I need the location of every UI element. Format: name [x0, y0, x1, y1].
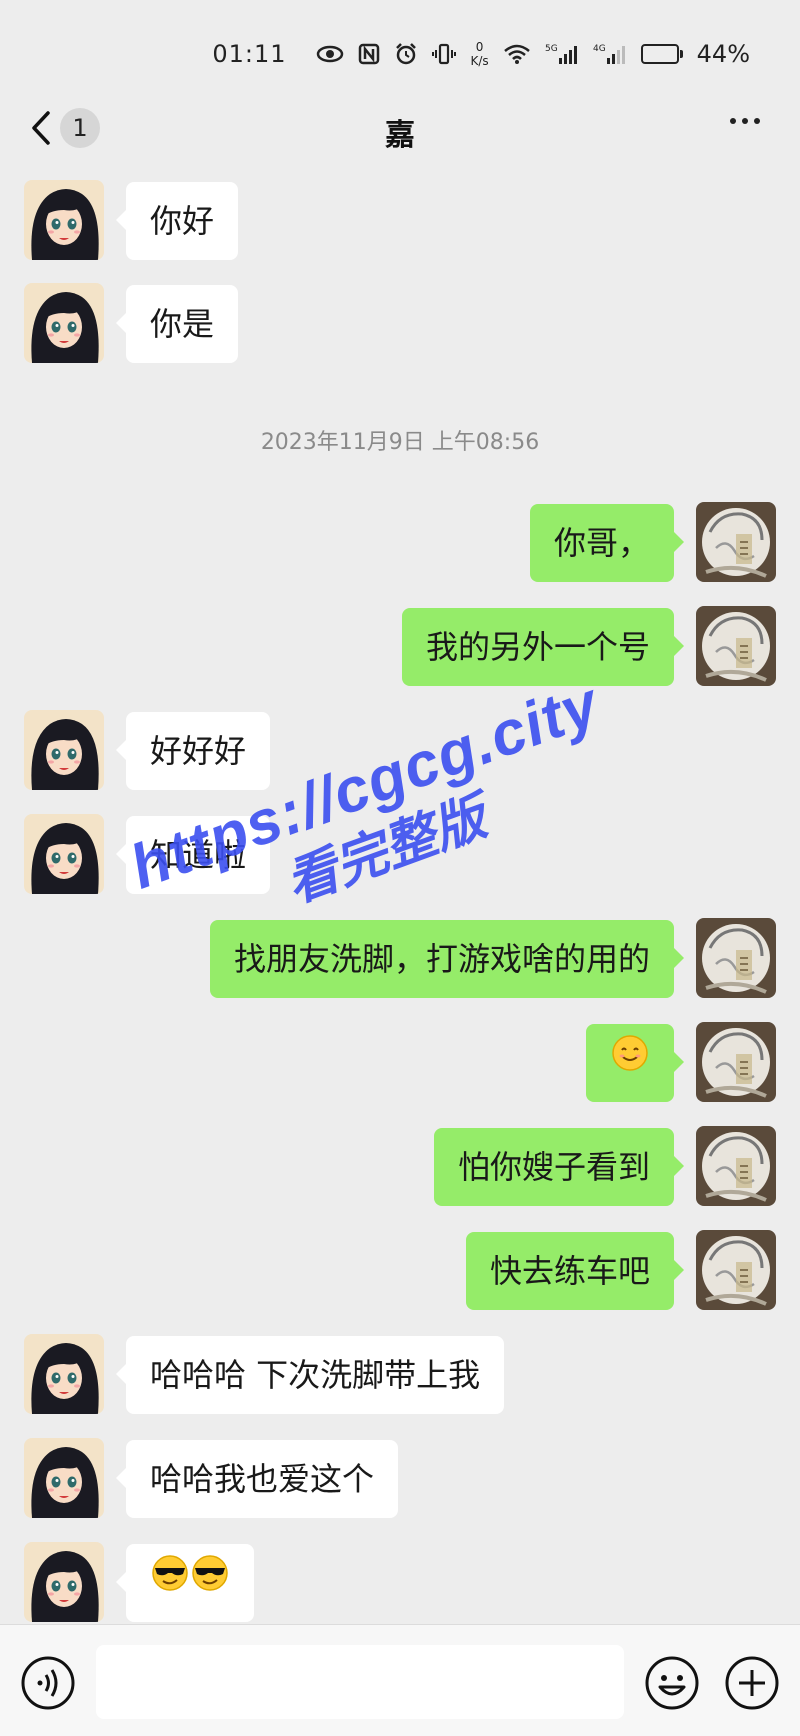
message-bubble[interactable]: 你好	[115, 182, 239, 260]
contact-avatar[interactable]	[24, 1334, 104, 1414]
plus-icon	[725, 1656, 779, 1710]
nfc-icon	[358, 43, 380, 65]
message-bubble[interactable]	[586, 1023, 684, 1102]
message-row-incoming: 哈哈哈 下次洗脚带上我	[0, 1334, 800, 1414]
message-bubble[interactable]: 找朋友洗脚，打游戏啥的用的	[209, 920, 685, 998]
self-avatar[interactable]	[696, 606, 776, 686]
message-text: 哈哈哈 下次洗脚带上我	[150, 1356, 481, 1394]
message-bubble[interactable]: 知道啦	[115, 816, 271, 894]
message-bubble[interactable]: 快去练车吧	[465, 1232, 685, 1310]
message-text: 怕你嫂子看到	[457, 1148, 650, 1186]
contact-avatar[interactable]	[24, 814, 104, 894]
voice-input-button[interactable]	[20, 1655, 76, 1715]
status-bar: 01:11 0 K/s 5G 4G 44%	[0, 0, 800, 100]
sunglasses-emoji	[190, 1543, 230, 1621]
contact-avatar[interactable]	[24, 710, 104, 790]
message-text: 哈哈我也爱这个	[150, 1460, 375, 1498]
message-input[interactable]	[96, 1645, 624, 1719]
message-row-incoming: 好好好	[0, 710, 800, 790]
message-bubble[interactable]: 哈哈哈 下次洗脚带上我	[115, 1336, 505, 1414]
message-row-incoming: 知道啦	[0, 814, 800, 894]
sunglasses-emoji	[150, 1543, 190, 1621]
message-text: 我的另外一个号	[425, 628, 650, 666]
signal-5g-icon: 5G	[545, 42, 579, 66]
message-bubble[interactable]: 你是	[115, 285, 239, 363]
signal-4g-icon: 4G	[593, 42, 627, 66]
message-row-outgoing: 你哥，	[0, 502, 800, 582]
message-text: 知道啦	[150, 836, 247, 874]
message-row-incoming	[0, 1542, 800, 1622]
vibrate-icon	[432, 42, 457, 66]
message-row-outgoing: 怕你嫂子看到	[0, 1126, 800, 1206]
svg-text:5G: 5G	[545, 44, 558, 54]
eye-icon	[316, 44, 344, 64]
message-bubble[interactable]	[116, 1543, 254, 1622]
network-speed-value: 0	[475, 40, 484, 54]
smile-emoji	[610, 1023, 650, 1101]
message-row-outgoing	[0, 1022, 800, 1102]
alarm-icon	[394, 42, 418, 66]
network-speed-unit: K/s	[470, 54, 489, 68]
self-avatar[interactable]	[696, 1126, 776, 1206]
message-bubble[interactable]: 哈哈我也爱这个	[115, 1440, 399, 1518]
message-text: 找朋友洗脚，打游戏啥的用的	[233, 940, 650, 978]
status-time: 01:11	[212, 40, 287, 68]
message-row-incoming: 你是	[0, 283, 800, 363]
message-text: 快去练车吧	[489, 1252, 650, 1290]
more-dot-icon	[730, 118, 736, 124]
emoji-button[interactable]	[644, 1655, 700, 1715]
message-bubble[interactable]: 好好好	[115, 712, 271, 790]
self-avatar[interactable]	[696, 1230, 776, 1310]
contact-avatar[interactable]	[24, 283, 104, 363]
svg-text:4G: 4G	[593, 44, 606, 54]
contact-avatar[interactable]	[24, 1542, 104, 1622]
message-bubble[interactable]: 你哥，	[529, 504, 685, 582]
wifi-icon	[503, 43, 531, 65]
message-row-outgoing: 我的另外一个号	[0, 606, 800, 686]
message-row-incoming: 你好	[0, 180, 800, 260]
message-timestamp: 2023年11月9日 上午08:56	[260, 430, 540, 455]
more-dot-icon	[754, 118, 760, 124]
battery-percent: 44%	[696, 40, 750, 68]
self-avatar[interactable]	[696, 502, 776, 582]
message-row-outgoing: 快去练车吧	[0, 1230, 800, 1310]
emoji-icon	[645, 1656, 699, 1710]
input-bar	[0, 1624, 800, 1736]
message-bubble[interactable]: 怕你嫂子看到	[433, 1128, 685, 1206]
battery-icon	[640, 44, 683, 64]
self-avatar[interactable]	[696, 1022, 776, 1102]
contact-avatar[interactable]	[24, 180, 104, 260]
contact-avatar[interactable]	[24, 1438, 104, 1518]
more-functions-button[interactable]	[724, 1655, 780, 1715]
message-text: 你哥，	[553, 524, 650, 562]
more-options-button[interactable]	[730, 118, 760, 124]
message-row-incoming: 哈哈我也爱这个	[0, 1438, 800, 1518]
network-speed: 0 K/s	[470, 40, 488, 68]
message-bubble[interactable]: 我的另外一个号	[401, 608, 685, 686]
message-text: 你好	[150, 202, 215, 240]
chat-title: 嘉	[385, 118, 415, 153]
message-text: 你是	[150, 305, 215, 343]
message-text: 好好好	[150, 732, 247, 770]
self-avatar[interactable]	[696, 918, 776, 998]
message-row-outgoing: 找朋友洗脚，打游戏啥的用的	[0, 918, 800, 998]
chat-header: 1 嘉	[0, 100, 800, 158]
more-dot-icon	[742, 118, 748, 124]
voice-icon	[21, 1656, 75, 1710]
